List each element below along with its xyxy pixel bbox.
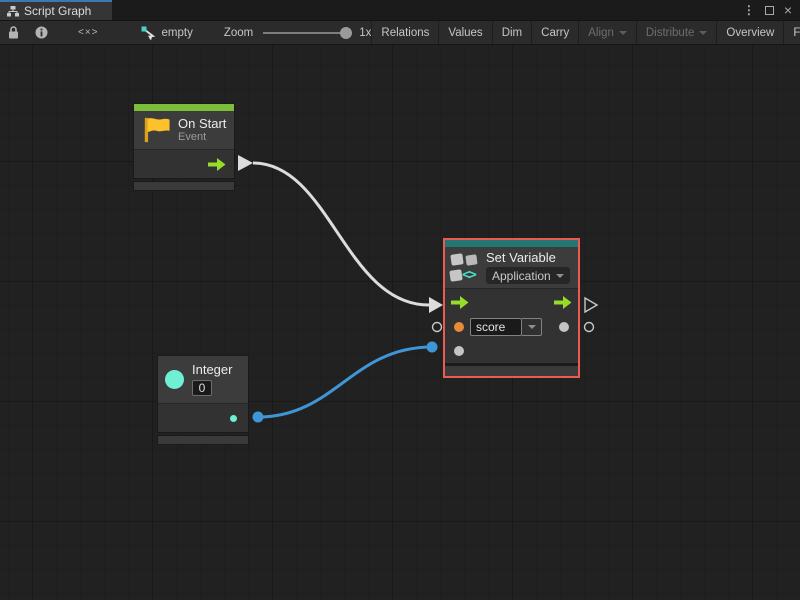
node-footer [445,366,578,376]
integer-type-icon [165,370,184,389]
variable-name-value: score [476,320,505,334]
integer-output-port[interactable] [230,415,237,422]
value-input-hint-circle[interactable] [433,323,442,332]
value-input-port[interactable] [454,346,464,356]
button-label: Dim [502,27,522,39]
values-button[interactable]: Values [439,21,491,44]
button-label: Align [588,27,614,39]
connection-wire-value[interactable] [258,347,432,417]
node-ports [134,150,234,178]
zoom-control: Zoom 1x [224,21,372,44]
variable-color-strip [445,240,578,247]
connections-layer [0,45,800,600]
window-maximize-icon[interactable] [765,6,774,15]
node-header[interactable]: <> Set Variable Application [445,247,578,288]
node-subtitle: Event [178,131,226,143]
zoom-label: Zoom [224,27,253,39]
wire-source-triangle [238,155,253,171]
scope-label: Application [492,269,551,283]
variable-name-dropdown-button[interactable] [522,318,542,336]
button-label: Values [448,27,482,39]
button-label: Overview [726,27,774,39]
node-header[interactable]: Integer 0 [158,356,248,403]
lock-button[interactable] [0,21,27,44]
wire-endpoint-dot [427,342,438,353]
node-on-start[interactable]: On Start Event [133,103,235,191]
graph-toolbar: <×> empty Zoom 1x Relations Values Dim [0,20,800,45]
tab-label: Script Graph [24,4,91,18]
flow-output-port[interactable] [208,158,226,171]
variable-scope-dropdown[interactable]: Application [486,267,570,284]
tab-script-graph[interactable]: Script Graph [0,0,112,20]
wire-arrowhead-icon [429,297,443,313]
variable-name-field[interactable]: score [470,318,522,336]
zoom-slider-handle[interactable] [340,27,352,39]
set-variable-icon: <> [450,252,480,284]
align-button[interactable]: Align [579,21,636,44]
variable-name-port[interactable] [454,322,464,332]
flow-output-hint-triangle[interactable] [585,298,597,312]
value-output-port[interactable] [559,322,569,332]
dim-button[interactable]: Dim [493,21,531,44]
toolbar-button-group: Relations Values Dim Carry Align Distrib… [371,21,800,44]
node-header[interactable]: On Start Event [134,111,234,149]
zoom-value: 1x [359,27,371,39]
graph-status-label: empty [162,27,193,39]
node-title: On Start [178,117,226,132]
button-label: Relations [381,27,429,39]
window-titlebar: Script Graph ⋮ × [0,0,800,20]
node-ports: score [445,289,578,363]
fullscreen-button[interactable]: Full Screen [784,21,800,44]
graph-hierarchy-icon [7,6,19,17]
info-button[interactable] [27,21,56,44]
flow-input-port[interactable] [451,296,469,309]
window-menu-icon[interactable]: ⋮ [743,4,755,16]
overview-button[interactable]: Overview [717,21,783,44]
node-set-variable[interactable]: <> Set Variable Application [443,238,580,378]
graph-canvas[interactable]: On Start Event <> Set Varia [0,45,800,600]
node-footer [133,181,235,191]
distribute-button[interactable]: Distribute [637,21,717,44]
graph-breadcrumb[interactable]: empty [121,21,202,44]
node-title: Set Variable [486,251,570,266]
lock-icon [8,26,19,39]
flag-icon [141,116,171,144]
event-color-strip [134,104,234,111]
connection-wire-flow[interactable] [253,163,429,305]
node-title: Integer [192,363,232,378]
button-label: Distribute [646,27,695,39]
code-view-icon: <×> [78,27,99,38]
code-view-button[interactable]: <×> [56,21,121,44]
integer-value-field[interactable]: 0 [192,380,212,396]
relations-button[interactable]: Relations [372,21,438,44]
chevron-down-icon [528,325,536,329]
flow-output-port[interactable] [554,296,572,309]
window-close-icon[interactable]: × [784,3,792,17]
node-integer[interactable]: Integer 0 [157,355,249,445]
node-ports [158,404,248,432]
chevron-down-icon [699,31,707,35]
chevron-down-icon [556,274,564,278]
button-label: Carry [541,27,569,39]
button-label: Full Screen [793,27,800,39]
wire-endpoint-dot [253,412,264,423]
graph-pointer-icon [141,26,156,40]
zoom-slider[interactable] [263,32,347,34]
node-footer [157,435,249,445]
carry-button[interactable]: Carry [532,21,578,44]
info-icon [35,26,48,39]
chevron-down-icon [619,31,627,35]
value-output-hint-circle[interactable] [585,323,594,332]
